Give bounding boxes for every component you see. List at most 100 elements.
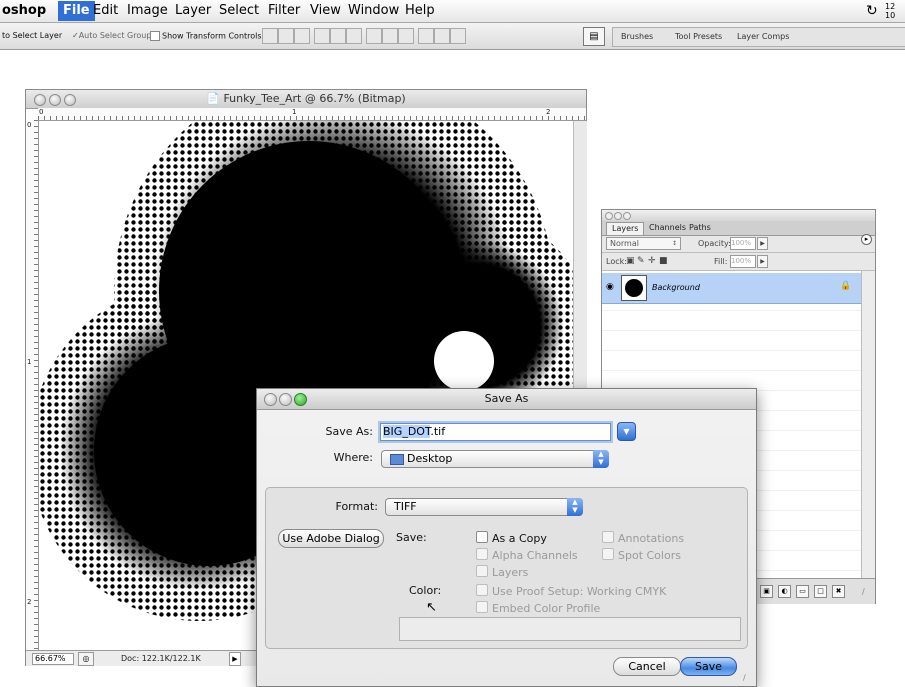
status-menu-arrow-icon[interactable]: ▶ (229, 652, 241, 666)
new-layer-icon[interactable]: □ (814, 585, 827, 598)
lock-paint-icon[interactable]: ✎ (637, 256, 645, 266)
menu-edit[interactable]: Edit (93, 3, 118, 18)
distribute-top-icon[interactable] (366, 28, 382, 44)
align-hcenter-icon[interactable] (330, 28, 346, 44)
blend-row: Normal ↕ Opacity: 100% ▶ (602, 235, 875, 253)
dialog-titlebar[interactable]: Save As (257, 389, 756, 410)
checkbox-icon (150, 31, 160, 41)
horizontal-ruler[interactable]: 0 1 2 (38, 108, 586, 121)
align-right-icon[interactable] (346, 28, 362, 44)
filename-selected-text: BIG_DOT (383, 425, 431, 438)
alpha-channels-label: Alpha Channels (492, 549, 578, 562)
embed-color-profile-checkbox[interactable]: Embed Color Profile (476, 601, 600, 615)
auto-select-layer-option[interactable]: to Select Layer (2, 31, 62, 40)
annotations-checkbox[interactable]: Annotations (602, 531, 684, 545)
align-bottom-icon[interactable] (294, 28, 310, 44)
lock-row: Lock: ▣ ✎ ✛ ■ Fill: 100% ▶ (602, 253, 875, 271)
lock-position-icon[interactable]: ✛ (648, 256, 656, 266)
use-proof-setup-checkbox[interactable]: Use Proof Setup: Working CMYK (476, 584, 666, 598)
alpha-channels-checkbox[interactable]: Alpha Channels (476, 548, 578, 562)
checkbox-icon (602, 531, 614, 543)
tab-paths[interactable]: Paths (684, 222, 716, 234)
align-vcenter-icon[interactable] (278, 28, 294, 44)
embed-color-profile-label: Embed Color Profile (492, 602, 601, 615)
format-popup[interactable]: TIFF ▲ ▼ (385, 498, 583, 516)
adjustment-layer-icon[interactable]: ◐ (778, 585, 791, 598)
filename-input[interactable]: BIG_DOT.tif (380, 423, 611, 441)
trash-icon[interactable]: ✖ (832, 585, 845, 598)
document-titlebar[interactable]: 📄 Funky_Tee_Art @ 66.7% (Bitmap) (26, 90, 586, 109)
menu-filter[interactable]: Filter (268, 3, 300, 18)
layers-scrollbar[interactable] (861, 271, 875, 578)
where-popup[interactable]: Desktop ▲ ▼ (381, 450, 609, 468)
palette-close-icon[interactable] (605, 212, 613, 220)
menu-file[interactable]: File (58, 1, 95, 21)
resize-grip-icon[interactable]: ∕ (862, 587, 865, 596)
show-transform-controls-label: Show Transform Controls (162, 31, 262, 41)
opacity-arrow-icon[interactable]: ▶ (757, 237, 768, 250)
tab-layers[interactable]: Layers (606, 222, 645, 235)
blend-mode-select[interactable]: Normal ↕ (606, 237, 681, 250)
palette-zoom-icon[interactable] (623, 212, 631, 220)
palette-well: Brushes Tool Presets Layer Comps (612, 27, 905, 47)
layers-label: Layers (492, 566, 529, 579)
clock-line-2: 10 (885, 11, 896, 20)
tab-layer-comps[interactable]: Layer Comps (737, 32, 789, 41)
distribute-right-icon[interactable] (450, 28, 466, 44)
distribute-bottom-icon[interactable] (398, 28, 414, 44)
lock-icon: 🔒 (840, 281, 852, 291)
ruler-label: 0 (39, 108, 44, 116)
where-value: Desktop (407, 452, 453, 465)
align-left-icon[interactable] (314, 28, 330, 44)
warning-well (399, 617, 741, 641)
tab-tool-presets[interactable]: Tool Presets (675, 32, 722, 41)
expand-dialog-button[interactable]: ▼ (617, 422, 636, 441)
navigator-icon[interactable]: ◎ (78, 652, 94, 666)
align-top-icon[interactable] (262, 28, 278, 44)
cancel-button[interactable]: Cancel (613, 657, 681, 676)
lock-transparent-icon[interactable]: ▣ (626, 256, 635, 266)
add-mask-icon[interactable]: ▣ (760, 585, 773, 598)
show-transform-controls-option[interactable]: Show Transform Controls (150, 31, 262, 41)
as-a-copy-checkbox[interactable]: As a Copy (476, 531, 547, 545)
menu-view[interactable]: View (310, 3, 341, 18)
annotations-label: Annotations (618, 532, 685, 545)
tab-brushes[interactable]: Brushes (621, 32, 653, 41)
eye-icon[interactable]: ◉ (606, 282, 614, 292)
resize-grip-icon[interactable]: ∕ (743, 673, 746, 682)
fill-field[interactable]: 100% (730, 255, 756, 268)
checkbox-icon (476, 565, 488, 577)
use-adobe-dialog-button[interactable]: Use Adobe Dialog (278, 529, 384, 548)
document-info: Doc: 122.1K/122.1K (121, 654, 201, 663)
palette-minimize-icon[interactable] (614, 212, 622, 220)
menu-help[interactable]: Help (405, 3, 435, 18)
checkbox-icon (476, 531, 488, 543)
layer-row-background[interactable]: ◉ Background 🔒 (602, 273, 861, 304)
menu-image[interactable]: Image (127, 3, 168, 18)
auto-select-layer-label: to Select Layer (2, 31, 63, 40)
fill-arrow-icon[interactable]: ▶ (757, 255, 768, 268)
as-a-copy-label: As a Copy (492, 532, 547, 545)
opacity-field[interactable]: 100% (730, 237, 756, 250)
layers-checkbox[interactable]: Layers (476, 565, 528, 579)
palette-toggle-icon[interactable]: ▤ (583, 27, 605, 46)
layers-palette-titlebar[interactable] (602, 210, 875, 221)
distribute-left-icon[interactable] (418, 28, 434, 44)
vertical-ruler[interactable]: 0 1 2 (26, 120, 39, 650)
menu-select[interactable]: Select (219, 3, 259, 18)
sync-icon[interactable]: ↻ (866, 3, 878, 19)
checkbox-icon (602, 548, 614, 560)
zoom-field[interactable]: 66.67% (32, 653, 74, 665)
layer-thumbnail (621, 275, 647, 301)
document-title: 📄 Funky_Tee_Art @ 66.7% (Bitmap) (26, 92, 586, 105)
distribute-hcenter-icon[interactable] (434, 28, 450, 44)
app-menu[interactable]: oshop (2, 3, 46, 18)
menu-window[interactable]: Window (348, 3, 399, 18)
save-button[interactable]: Save (680, 657, 737, 676)
menu-layer[interactable]: Layer (175, 3, 211, 18)
distribute-vcenter-icon[interactable] (382, 28, 398, 44)
spot-colors-checkbox[interactable]: Spot Colors (602, 548, 681, 562)
lock-all-icon[interactable]: ■ (659, 256, 668, 266)
auto-select-groups-option[interactable]: ✓Auto Select Groups (72, 31, 156, 40)
new-group-icon[interactable]: ▭ (796, 585, 809, 598)
